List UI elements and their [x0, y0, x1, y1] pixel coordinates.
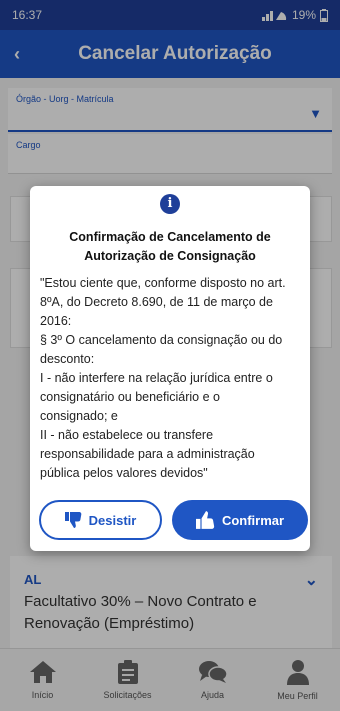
dialog-body-line: desconto: [40, 352, 95, 366]
confirmation-dialog: i Confirmação de Cancelamento de Autoriz… [30, 186, 310, 551]
dialog-title-line: Autorização de Consignação [84, 249, 256, 263]
dialog-body-line: 8ºA, do Decreto 8.690, de 11 de março de [40, 295, 273, 309]
thumbs-down-icon [64, 512, 81, 528]
dialog-body-line: pública pelos valores devidos" [40, 466, 208, 480]
confirmar-button[interactable]: Confirmar [172, 500, 308, 540]
dialog-body: "Estou ciente que, conforme disposto no … [40, 274, 302, 483]
dialog-body-line: consignado; e [40, 409, 118, 423]
thumbs-up-icon [195, 511, 215, 529]
dialog-body-line: responsabilidade para a administração [40, 447, 255, 461]
desistir-button[interactable]: Desistir [39, 500, 162, 540]
dialog-body-line: consignatário ou beneficiário e o [40, 390, 220, 404]
confirmar-label: Confirmar [221, 512, 285, 528]
info-icon: i [160, 194, 180, 214]
dialog-body-line: I - não interfere na relação jurídica en… [40, 371, 273, 385]
dialog-body-line: "Estou ciente que, conforme disposto no … [40, 276, 286, 290]
dialog-body-line: II - não estabelece ou transfere [40, 428, 214, 442]
desistir-label: Desistir [88, 512, 137, 528]
dialog-title-line: Confirmação de Cancelamento de [69, 230, 271, 244]
dialog-body-line: 2016: [40, 314, 72, 328]
dialog-body-line: § 3º O cancelamento da consignação ou do [40, 333, 283, 347]
dialog-title: Confirmação de Cancelamento de Autorizaç… [50, 228, 290, 266]
